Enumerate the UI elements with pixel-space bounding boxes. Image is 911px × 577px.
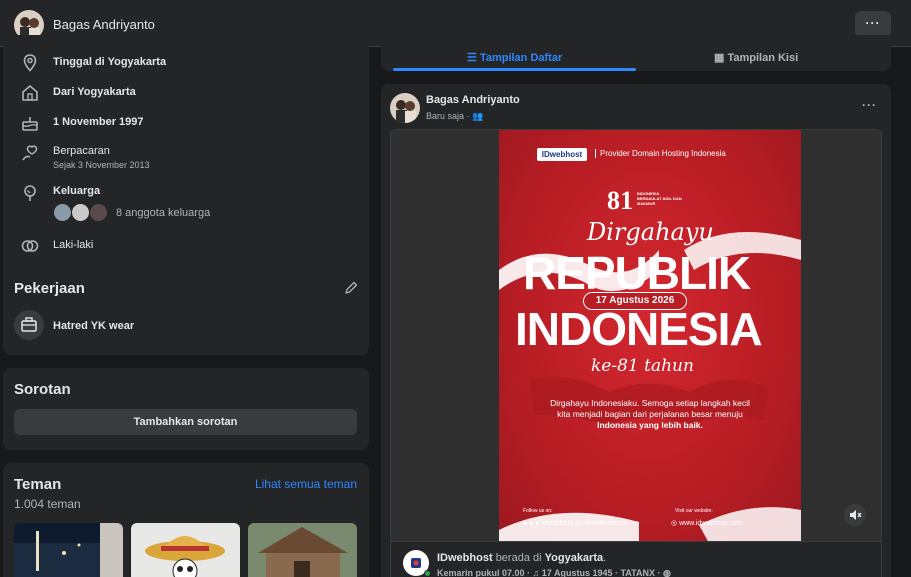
relationship-icon (22, 145, 38, 161)
birthday-cake-icon (22, 117, 38, 131)
website-row: ◎ www.idwebhost.com (671, 519, 742, 527)
checkin-page[interactable]: IDwebhost (437, 552, 493, 564)
mute-button[interactable] (844, 504, 866, 526)
globe-icon: ◍ (663, 568, 671, 577)
home-icon (22, 85, 38, 101)
instagram-icon: ◎ (575, 520, 584, 527)
tab-grid-view-label: Tampilan Kisi (727, 52, 799, 64)
checkin-meta-row: Kemarin pukul 07.00 · ♫ 17 Agustus 1945 … (437, 568, 671, 577)
banner-message-line-3: Indonesia yang lebih baik. (597, 420, 703, 430)
friend-thumbnail[interactable] (131, 523, 240, 577)
anniversary-tagline: INDONESIA BERDAULAT ADIL DAN MAKMUR (637, 191, 682, 206)
checkin-place[interactable]: Yogyakarta (545, 552, 604, 564)
pencil-icon[interactable] (343, 280, 359, 296)
family-tree-icon (24, 185, 36, 201)
headline-indonesia: INDONESIA (515, 303, 763, 355)
online-indicator (424, 570, 431, 577)
friend-thumbnail[interactable] (248, 523, 357, 577)
grid-icon: ▦ (714, 52, 728, 64)
intro-relationship-text: Berpacaran (53, 145, 110, 157)
post-more-button[interactable]: ··· (862, 98, 877, 112)
add-highlight-button[interactable]: Tambahkan sorotan (14, 409, 357, 435)
work-section-title: Pekerjaan (14, 280, 85, 297)
speaker-muted-icon (850, 510, 862, 520)
friends-icon: 👥 (472, 111, 484, 121)
see-all-friends-link[interactable]: Lihat semua teman (255, 477, 357, 491)
checkin-row[interactable]: IDwebhost berada di Yogyakarta. Kemarin … (390, 542, 882, 577)
list-icon: ☰ (467, 52, 480, 64)
post-media[interactable]: IDwebhost Provider Domain Hosting Indone… (390, 129, 882, 542)
script-top: Dirgahayu (587, 218, 714, 246)
more-options-button[interactable]: ··· (855, 11, 891, 37)
follow-label: Follow us on: (523, 508, 553, 514)
intro-birthday-text: 1 November 1997 (53, 116, 144, 128)
intro-lives-in-text: Tinggal di Yogyakarta (53, 56, 167, 68)
anniversary-number: 81 (607, 186, 633, 215)
intro-card: Tinggal di Yogyakarta Dari Yogyakarta 1 … (3, 35, 369, 355)
follow-row: ● ● ● idwebhost ◎ idwebhostcom (523, 519, 628, 527)
checkin-connector: berada di (495, 552, 542, 564)
intro-gender-text: Laki-laki (53, 239, 94, 251)
tab-grid-view[interactable]: ▦ Tampilan Kisi (714, 51, 798, 64)
briefcase-icon (14, 310, 44, 340)
globe-icon: ◎ (671, 520, 680, 527)
script-bottom: ke-81 tahun (591, 356, 694, 376)
post-author-avatar[interactable] (390, 93, 420, 123)
profile-name[interactable]: Bagas Andriyanto (53, 17, 155, 32)
tab-list-view[interactable]: ☰ Tampilan Daftar (467, 51, 562, 64)
intro-relationship-since: Sejak 3 November 2013 (53, 160, 150, 170)
checkin-text: IDwebhost berada di Yogyakarta. (437, 552, 607, 564)
brand-tagline: Provider Domain Hosting Indonesia (595, 149, 726, 158)
website-label: Visit our website: (675, 508, 713, 514)
follow-handle: idwebhost (541, 520, 574, 527)
post-card: Bagas Andriyanto Baru saja · 👥 ··· IDweb… (381, 84, 891, 577)
highlights-title: Sorotan (14, 381, 71, 398)
friend-thumbnail[interactable] (14, 523, 123, 577)
website-url: www.idwebhost.com (679, 520, 743, 527)
post-timestamp-row: Baru saja · 👥 (426, 111, 483, 122)
banner-message: Dirgahayu Indonesiaku. Semoga setiap lan… (519, 398, 781, 431)
family-count[interactable]: 8 anggota keluarga (116, 207, 210, 219)
banner-message-line-1: Dirgahayu Indonesiaku. Semoga setiap lan… (550, 398, 750, 408)
separator: · (466, 111, 470, 121)
family-avatar[interactable] (53, 203, 72, 222)
friends-card: Teman Lihat semua teman 1.004 teman (3, 463, 369, 577)
banner-message-line-2: kita menjadi bagian dari perjalanan besa… (557, 409, 743, 419)
view-tabs-card: ☰ Tampilan Daftar ▦ Tampilan Kisi (381, 35, 891, 71)
job-name[interactable]: Hatred YK wear (53, 320, 134, 332)
social-icons: ● ● ● (523, 520, 542, 527)
location-pin-icon (23, 54, 37, 72)
brand-logo: IDwebhost (537, 148, 587, 161)
intro-from-text: Dari Yogyakarta (53, 86, 136, 98)
friends-count: 1.004 teman (14, 497, 81, 511)
gender-icon (21, 240, 39, 252)
checkin-meta: Kemarin pukul 07.00 · ♫ 17 Agustus 1945 … (437, 568, 661, 577)
intro-family-label: Keluarga (53, 185, 101, 197)
tab-list-view-label: Tampilan Daftar (479, 52, 563, 64)
instagram-handle: idwebhostcom (583, 520, 628, 527)
family-avatar[interactable] (71, 203, 90, 222)
post-author-name[interactable]: Bagas Andriyanto (426, 94, 520, 106)
post-time[interactable]: Baru saja (426, 111, 464, 121)
family-avatar[interactable] (89, 203, 108, 222)
friends-title: Teman (14, 476, 62, 493)
active-tab-indicator (393, 68, 636, 71)
highlights-card: Sorotan Tambahkan sorotan (3, 368, 369, 450)
